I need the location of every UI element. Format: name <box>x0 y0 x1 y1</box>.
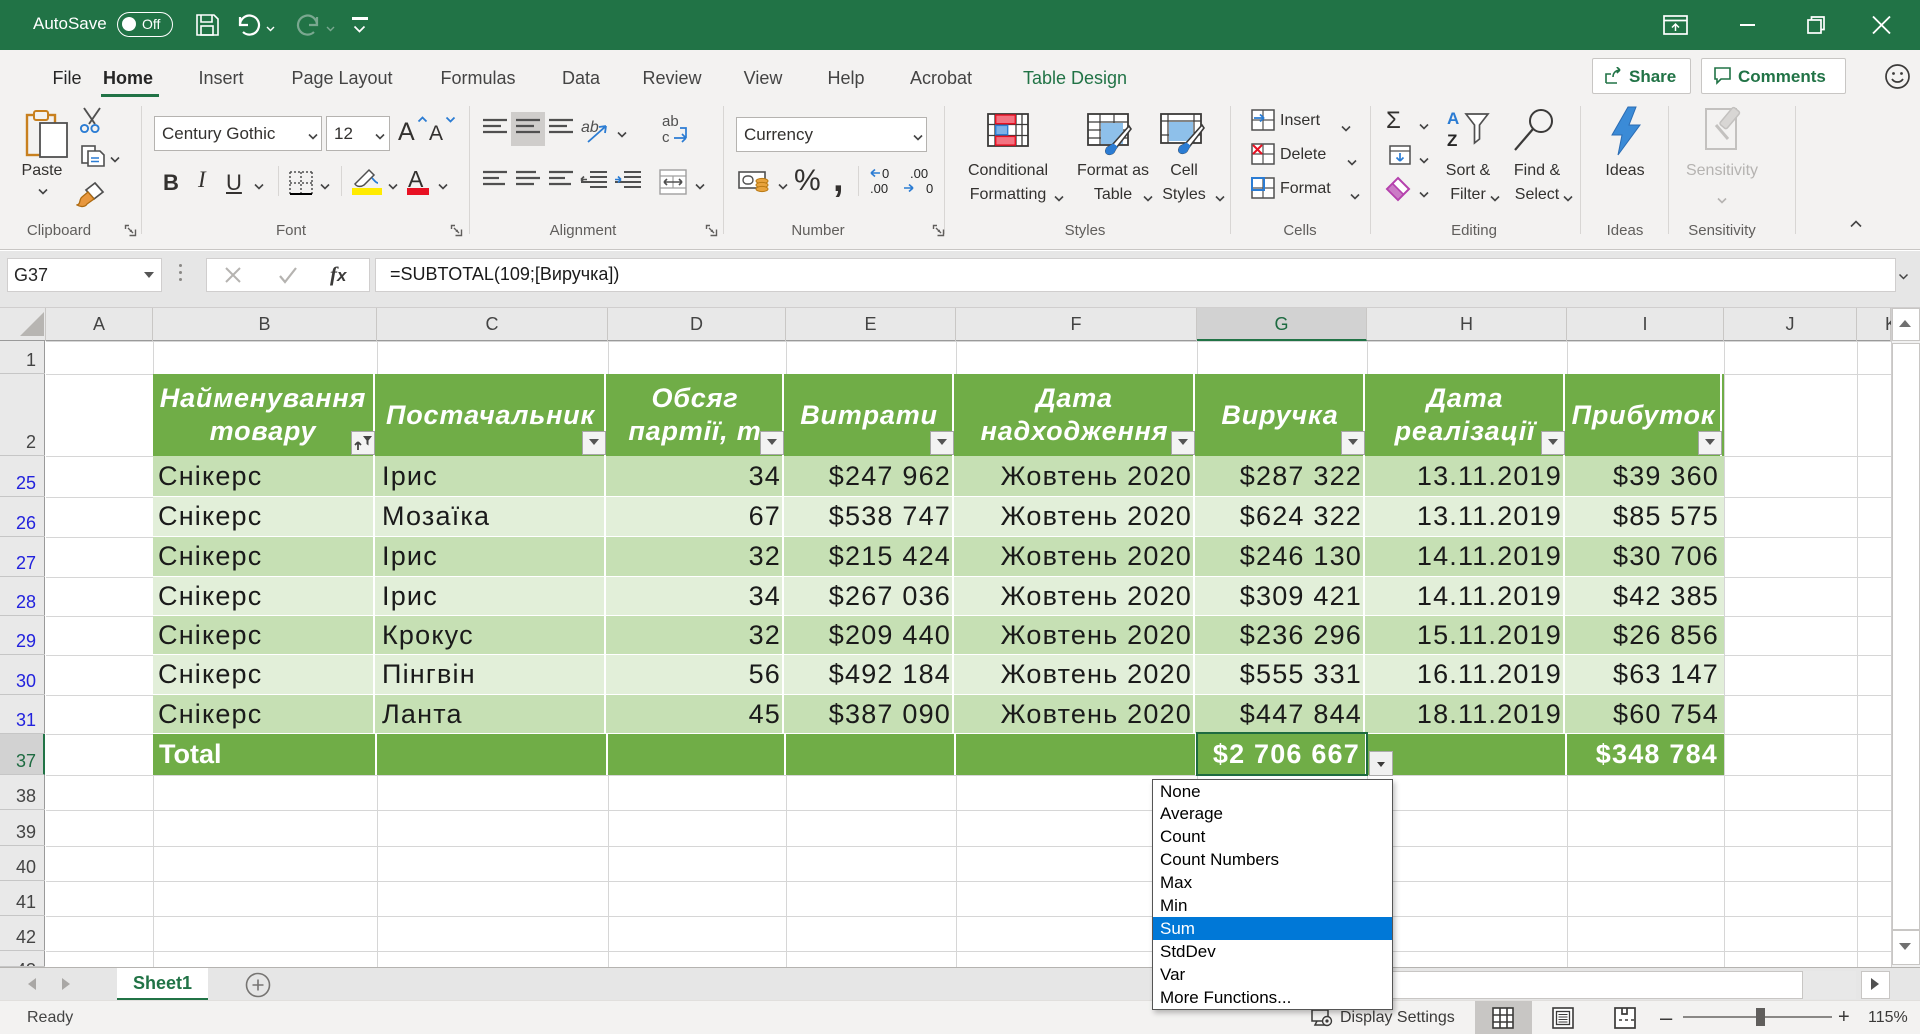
svg-text:Z: Z <box>1447 131 1457 150</box>
svg-text:ab: ab <box>662 113 679 130</box>
svg-text:.00: .00 <box>910 166 928 181</box>
svg-text:.00: .00 <box>870 181 888 196</box>
svg-text:ab: ab <box>581 119 599 136</box>
svg-text:A: A <box>1447 109 1459 128</box>
svg-text:0: 0 <box>882 166 889 181</box>
svg-text:c: c <box>662 129 670 146</box>
